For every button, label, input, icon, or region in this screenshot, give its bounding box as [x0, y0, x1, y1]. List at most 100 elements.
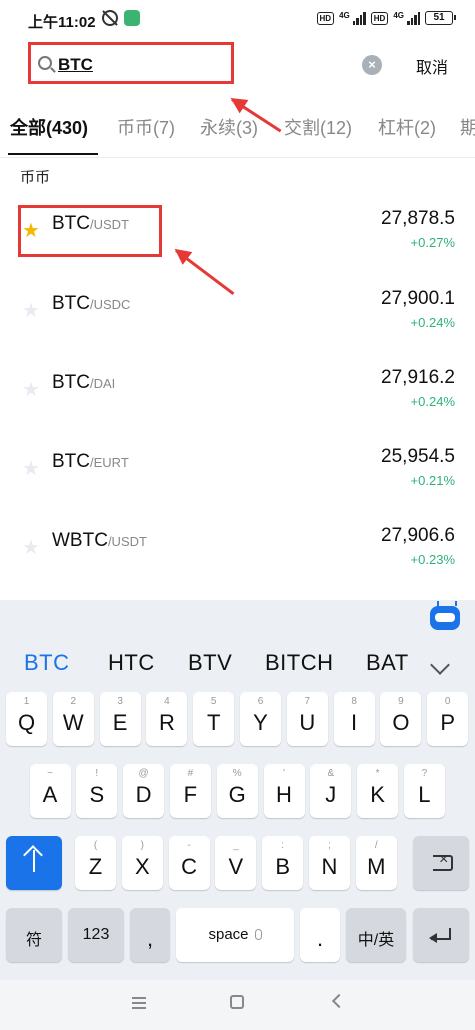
search-highlight-box	[28, 42, 234, 84]
last-price: 27,878.5	[381, 208, 455, 229]
market-row[interactable]: ★ BTC/EURT 25,954.5 +0.21%	[0, 436, 475, 514]
key-j[interactable]: & J	[310, 764, 352, 818]
key-label: 中/英	[357, 932, 395, 949]
key-label: D	[135, 782, 152, 807]
market-row[interactable]: ★ BTC/DAI 27,916.2 +0.24%	[0, 357, 475, 435]
key-label: N	[321, 854, 338, 879]
suggestion[interactable]: HTC	[108, 650, 155, 676]
space-key[interactable]: space	[176, 908, 294, 962]
language-switch-key[interactable]: 中/英	[346, 908, 406, 962]
key-label: X	[134, 854, 150, 879]
section-title: 币币	[20, 169, 51, 186]
key-d[interactable]: @ D	[123, 764, 165, 818]
key-secondary-label: '	[283, 768, 285, 779]
clear-search-button[interactable]: ×	[362, 55, 382, 75]
numeric-key[interactable]: 123	[68, 908, 124, 962]
key-secondary-label: 7	[304, 696, 311, 707]
key-u[interactable]: 7U	[286, 692, 328, 746]
home-icon[interactable]	[230, 995, 244, 1009]
favorite-star-icon[interactable]: ★	[22, 298, 40, 323]
key-t[interactable]: 5T	[193, 692, 235, 746]
price-change: +0.27%	[410, 235, 455, 250]
favorite-star-icon[interactable]: ★	[22, 456, 40, 481]
key-v[interactable]: _ V	[215, 836, 257, 890]
status-time: 上午11:02	[28, 14, 96, 31]
shift-key[interactable]	[6, 836, 62, 890]
key-n[interactable]: ; N	[309, 836, 350, 890]
back-icon[interactable]	[331, 993, 347, 1009]
backspace-key[interactable]	[413, 836, 469, 890]
symbol-key[interactable]: 符	[6, 908, 62, 962]
key-c[interactable]: -C	[168, 836, 210, 890]
key-label: J	[325, 782, 337, 807]
key-e[interactable]: 3E	[99, 692, 141, 746]
key-label: K	[370, 782, 385, 807]
battery-icon: 51	[425, 11, 456, 25]
favorite-star-icon[interactable]: ★	[22, 377, 40, 402]
key-secondary-label: ~	[47, 768, 53, 779]
key-o[interactable]: 9O	[380, 692, 422, 746]
key-z[interactable]: (Z	[75, 836, 116, 890]
app-screen: 上午11:02 HD 4G HD 4G 51 × 取消 全部(430) 币币(7…	[0, 0, 475, 1030]
market-category-tabs: 全部(430) 币币(7) 永续(3) 交割(12) 杠杆(2) 期	[0, 108, 475, 158]
suggestion[interactable]: BITCH	[265, 650, 334, 676]
key-label: A	[42, 782, 58, 807]
soft-keyboard: BTC HTC BTV BITCH BAT 1Q2W3E4R5T6Y7U8I9O…	[0, 600, 475, 980]
tab-perpetual[interactable]: 永续(3)	[200, 114, 258, 140]
key-label: 123	[82, 926, 110, 943]
key-f[interactable]: # F	[169, 764, 211, 818]
pair-name: BTC/EURT	[52, 451, 129, 472]
key-secondary-label: 9	[398, 696, 404, 707]
tab-spot[interactable]: 币币(7)	[117, 114, 175, 140]
key-secondary-label: 6	[257, 696, 264, 707]
key-q[interactable]: 1Q	[6, 692, 47, 746]
signal-icon	[407, 11, 420, 25]
key-label: B	[275, 854, 291, 879]
key-l[interactable]: ? L	[403, 764, 445, 818]
suggestion[interactable]: BTV	[188, 650, 232, 676]
key-k[interactable]: * K	[357, 764, 399, 818]
key-h[interactable]: ' H	[263, 764, 305, 818]
key-i[interactable]: 8I	[333, 692, 375, 746]
tab-options[interactable]: 期	[460, 114, 475, 140]
cancel-button[interactable]: 取消	[416, 54, 448, 78]
key-y[interactable]: 6Y	[240, 692, 281, 746]
menu-icon[interactable]	[132, 997, 146, 1009]
key-label: L	[418, 782, 431, 807]
hd-badge: HD	[370, 11, 389, 25]
emoji-comma-key[interactable]: ,	[130, 908, 170, 962]
space-label: space	[208, 926, 249, 943]
keyboard-assistant-icon[interactable]	[430, 601, 460, 630]
key-secondary-label: ?	[421, 768, 428, 779]
suggestion[interactable]: BAT	[366, 650, 412, 676]
network-generation: 4G	[393, 11, 404, 20]
key-r[interactable]: 4R	[146, 692, 188, 746]
key-s[interactable]: ! S	[76, 764, 118, 818]
period-key[interactable]: .	[300, 908, 340, 962]
key-secondary-label: (	[93, 840, 98, 851]
last-price: 27,916.2	[381, 367, 455, 388]
market-row[interactable]: ★ WBTC/USDT 27,906.6 +0.23%	[0, 515, 475, 593]
key-g[interactable]: % G	[216, 764, 258, 818]
key-secondary-label: *	[375, 768, 380, 779]
last-price: 25,954.5	[381, 446, 455, 467]
key-m[interactable]: / M	[355, 836, 397, 890]
key-secondary-label: :	[281, 840, 285, 851]
tab-all[interactable]: 全部(430)	[10, 114, 88, 140]
tab-futures[interactable]: 交割(12)	[284, 114, 352, 140]
suggestion[interactable]: BTC	[24, 650, 70, 676]
key-secondary-label: 0	[444, 696, 451, 707]
status-bar: 上午11:02 HD 4G HD 4G 51	[0, 0, 475, 40]
key-secondary-label: @	[138, 768, 149, 779]
key-p[interactable]: 0P	[427, 692, 469, 746]
key-x[interactable]: ) X	[121, 836, 163, 890]
key-secondary-label: 3	[117, 696, 123, 707]
market-row[interactable]: ★ BTC/USDC 27,900.1 +0.24%	[0, 278, 475, 356]
favorite-star-icon[interactable]: ★	[22, 535, 40, 560]
tab-margin[interactable]: 杠杆(2)	[378, 114, 436, 140]
enter-key[interactable]	[413, 908, 469, 962]
key-secondary-label: -	[187, 840, 191, 851]
key-a[interactable]: ~ A	[29, 764, 71, 818]
key-b[interactable]: :B	[262, 836, 304, 890]
key-w[interactable]: 2W	[52, 692, 94, 746]
